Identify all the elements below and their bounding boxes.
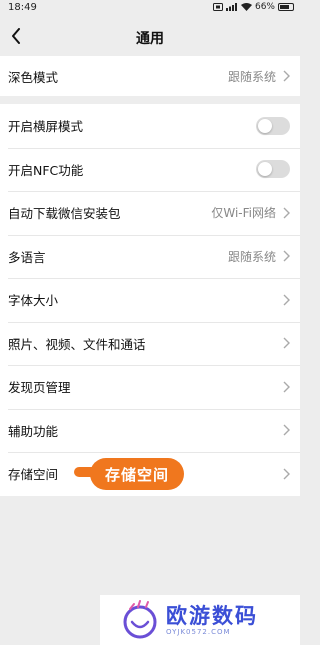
status-icons: 66% bbox=[212, 2, 294, 12]
nfc-toggle[interactable] bbox=[256, 160, 290, 179]
storage-annotation-badge: 存储空间 bbox=[90, 458, 184, 490]
row-accessibility[interactable]: 辅助功能 bbox=[0, 408, 300, 453]
row-storage[interactable]: 存储空间 存储空间 bbox=[0, 452, 300, 496]
row-value: 跟随系统 bbox=[227, 69, 276, 84]
settings-group-display: 深色模式 跟随系统 bbox=[0, 56, 300, 96]
row-label: 照片、视频、文件和通话 bbox=[8, 336, 146, 352]
watermark-text: 欧游数码 OYJK0572.COM bbox=[166, 604, 258, 636]
phone-screen: 18:49 66% 通用 深色模式 跟随系统 开启横屏模式 开启NFC功能 自动… bbox=[0, 0, 300, 645]
watermark: 欧游数码 OYJK0572.COM bbox=[100, 595, 300, 645]
battery-icon bbox=[278, 3, 294, 11]
watermark-subtitle: OYJK0572.COM bbox=[166, 628, 231, 636]
settings-group-general: 开启横屏模式 开启NFC功能 自动下载微信安装包 仅Wi-Fi网络 多语言 跟随… bbox=[0, 104, 300, 496]
row-label: 自动下载微信安装包 bbox=[8, 206, 121, 222]
toggle-knob bbox=[258, 118, 272, 133]
chevron-right-icon bbox=[282, 468, 290, 480]
landscape-mode-toggle[interactable] bbox=[256, 116, 290, 135]
page-title: 通用 bbox=[136, 31, 164, 47]
chevron-right-icon bbox=[282, 424, 290, 436]
chevron-right-icon bbox=[282, 337, 290, 349]
row-font-size[interactable]: 字体大小 bbox=[0, 278, 300, 322]
row-landscape-mode: 开启横屏模式 bbox=[0, 104, 300, 148]
nfc-icon bbox=[212, 3, 223, 11]
row-nfc: 开启NFC功能 bbox=[0, 147, 300, 192]
status-time: 18:49 bbox=[8, 2, 37, 13]
wifi-icon bbox=[240, 3, 252, 11]
chevron-right-icon bbox=[282, 250, 290, 262]
status-bar: 18:49 66% bbox=[0, 0, 300, 16]
nav-bar: 通用 bbox=[0, 16, 300, 56]
row-label: 深色模式 bbox=[8, 69, 59, 85]
row-auto-download[interactable]: 自动下载微信安装包 仅Wi-Fi网络 bbox=[0, 191, 300, 235]
battery-percent: 66% bbox=[254, 2, 275, 12]
row-language[interactable]: 多语言 跟随系统 bbox=[0, 234, 300, 279]
row-value: 仅Wi-Fi网络 bbox=[211, 206, 276, 221]
toggle-knob bbox=[258, 162, 272, 177]
row-dark-mode[interactable]: 深色模式 跟随系统 bbox=[0, 56, 300, 96]
signal-icon bbox=[225, 3, 237, 11]
chevron-right-icon bbox=[282, 207, 290, 219]
row-discover-manage[interactable]: 发现页管理 bbox=[0, 365, 300, 409]
row-label: 开启NFC功能 bbox=[8, 162, 84, 178]
row-label: 字体大小 bbox=[8, 293, 59, 309]
row-value: 跟随系统 bbox=[227, 249, 276, 264]
watermark-title: 欧游数码 bbox=[166, 604, 258, 628]
chevron-right-icon bbox=[282, 294, 290, 306]
brand-logo-icon bbox=[123, 600, 157, 639]
row-label: 多语言 bbox=[8, 249, 46, 265]
row-label: 辅助功能 bbox=[8, 423, 59, 439]
row-media-settings[interactable]: 照片、视频、文件和通话 bbox=[0, 321, 300, 366]
row-label: 开启横屏模式 bbox=[8, 119, 84, 135]
chevron-right-icon bbox=[282, 70, 290, 82]
chevron-right-icon bbox=[282, 381, 290, 393]
row-label: 发现页管理 bbox=[8, 380, 71, 396]
